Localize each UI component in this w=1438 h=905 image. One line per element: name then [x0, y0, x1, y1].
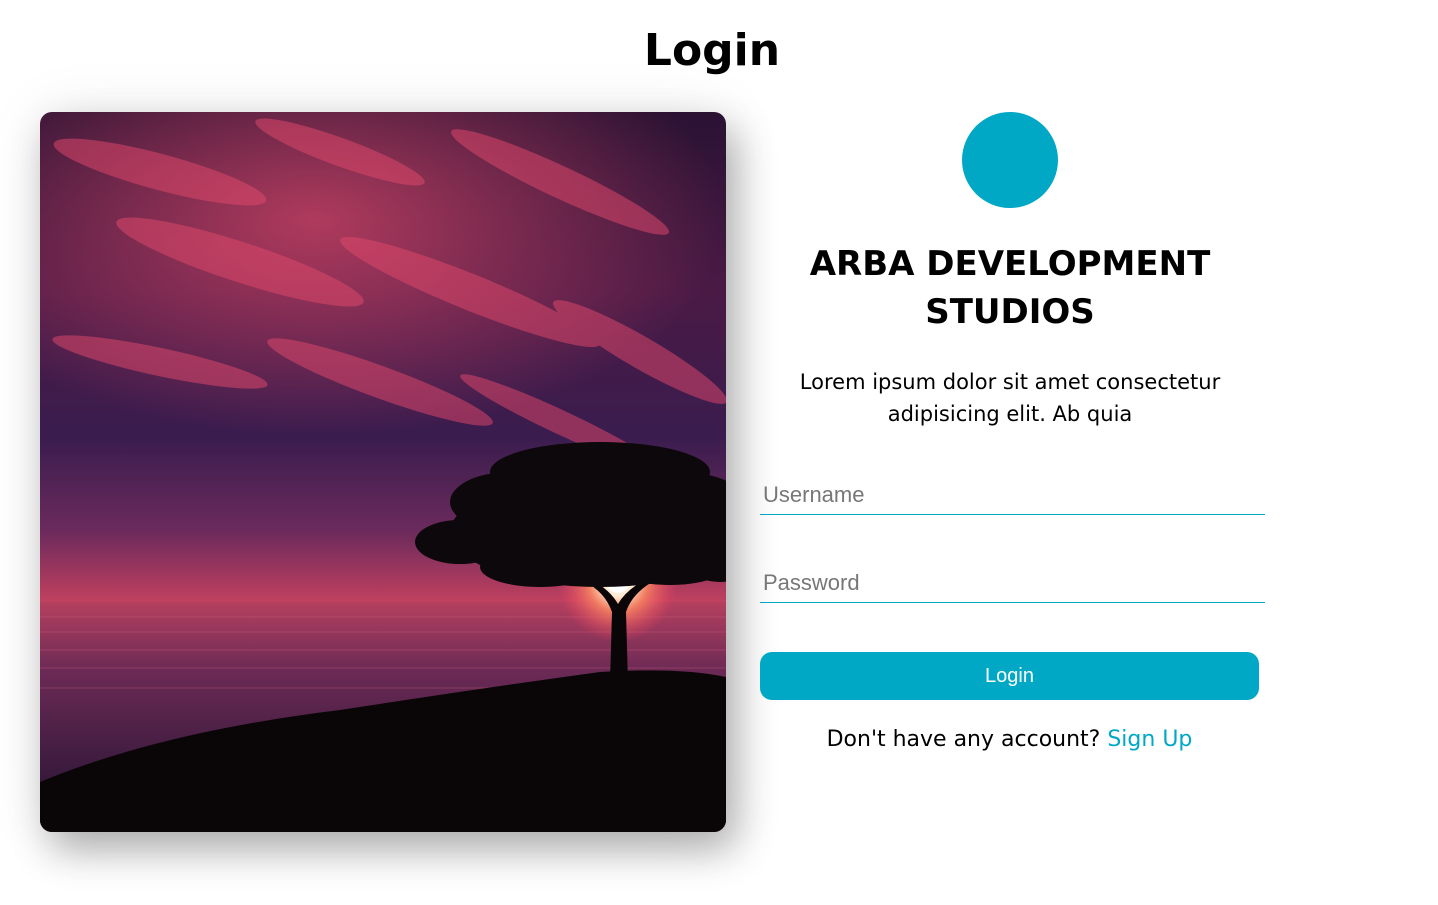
- login-button[interactable]: Login: [760, 652, 1259, 700]
- sunset-tree-illustration: [40, 112, 726, 832]
- tagline: Lorem ipsum dolor sit amet consectetur a…: [799, 370, 1221, 426]
- brand-logo: [962, 112, 1058, 208]
- password-input[interactable]: [760, 563, 1265, 603]
- username-input[interactable]: [760, 475, 1265, 515]
- page-title: Login: [643, 25, 781, 76]
- signup-link[interactable]: Sign Up: [1107, 727, 1192, 752]
- signup-prompt-text: Don't have any account?: [826, 727, 1101, 752]
- hero-image: [40, 112, 726, 832]
- company-name: ARBA DEVELOPMENT STUDIOS: [809, 244, 1211, 332]
- signup-prompt-line: Don't have any account? Sign Up: [760, 724, 1259, 756]
